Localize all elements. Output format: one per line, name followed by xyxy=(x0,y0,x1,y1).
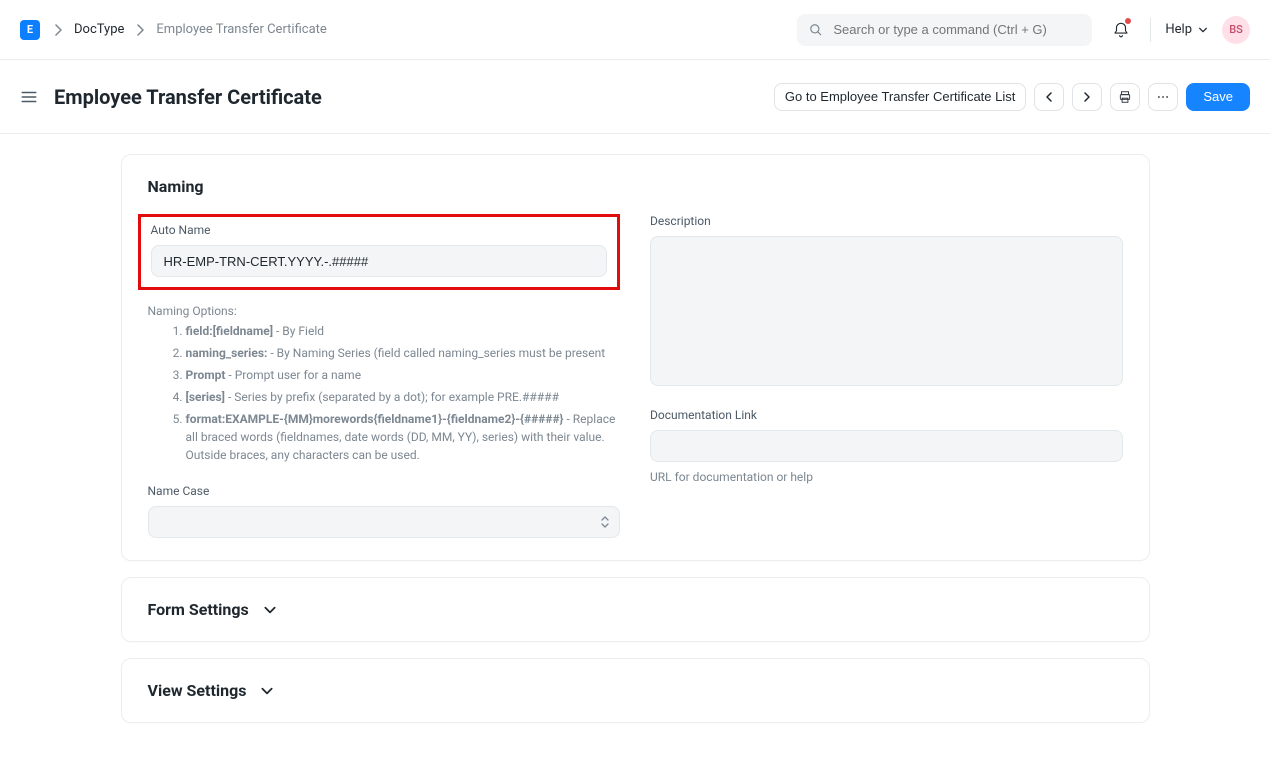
notifications-button[interactable] xyxy=(1106,15,1136,45)
name-case-select[interactable] xyxy=(148,506,621,538)
naming-option-2: naming_series: - By Naming Series (field… xyxy=(186,344,621,362)
form-settings-title: Form Settings xyxy=(148,600,249,619)
page-header: Employee Transfer Certificate Go to Empl… xyxy=(0,60,1270,134)
breadcrumb-current: Employee Transfer Certificate xyxy=(156,22,326,37)
print-button[interactable] xyxy=(1110,83,1140,111)
chevron-down-icon xyxy=(260,684,274,698)
view-settings-toggle[interactable]: View Settings xyxy=(148,681,1123,700)
breadcrumb: DocType Employee Transfer Certificate xyxy=(54,22,327,37)
doc-link-label: Documentation Link xyxy=(650,408,1123,422)
avatar[interactable]: BS xyxy=(1222,16,1250,44)
navbar: E DocType Employee Transfer Certificate … xyxy=(0,0,1270,60)
prev-button[interactable] xyxy=(1034,83,1064,111)
search-icon xyxy=(809,23,823,37)
section-title-naming: Naming xyxy=(148,177,1123,196)
next-button[interactable] xyxy=(1072,83,1102,111)
breadcrumb-sep xyxy=(136,24,144,36)
naming-option-4: [series] - Series by prefix (separated b… xyxy=(186,388,621,406)
chevron-down-icon xyxy=(263,603,277,617)
description-input[interactable] xyxy=(650,236,1123,386)
breadcrumb-sep xyxy=(54,24,62,36)
auto-name-label: Auto Name xyxy=(151,223,608,237)
auto-name-input[interactable] xyxy=(151,245,608,277)
nav-separator xyxy=(1150,18,1151,42)
save-button[interactable]: Save xyxy=(1186,83,1250,111)
naming-section: Naming Auto Name Naming Options: field:[… xyxy=(121,154,1150,561)
chevron-down-icon xyxy=(1198,25,1208,35)
header-actions: Go to Employee Transfer Certificate List… xyxy=(774,83,1250,111)
chevron-right-icon xyxy=(1081,91,1093,103)
menu-toggle-button[interactable] xyxy=(20,88,38,106)
search-input-wrap[interactable] xyxy=(797,14,1092,46)
dots-horizontal-icon xyxy=(1156,90,1170,104)
go-to-list-button[interactable]: Go to Employee Transfer Certificate List xyxy=(774,83,1026,111)
more-menu-button[interactable] xyxy=(1148,83,1178,111)
naming-left-column: Auto Name Naming Options: field:[fieldna… xyxy=(148,214,621,538)
naming-options-help: Naming Options: field:[fieldname] - By F… xyxy=(148,304,621,468)
doc-link-helper: URL for documentation or help xyxy=(650,470,1123,484)
search-input[interactable] xyxy=(833,22,1080,37)
view-settings-title: View Settings xyxy=(148,681,247,700)
naming-option-3: Prompt - Prompt user for a name xyxy=(186,366,621,384)
page-title: Employee Transfer Certificate xyxy=(54,85,322,109)
naming-right-column: Description Documentation Link URL for d… xyxy=(650,214,1123,538)
help-button[interactable]: Help xyxy=(1165,22,1208,37)
doc-link-input[interactable] xyxy=(650,430,1123,462)
notification-dot xyxy=(1125,18,1131,24)
form-settings-section: Form Settings xyxy=(121,577,1150,642)
name-case-label: Name Case xyxy=(148,484,621,498)
form-settings-toggle[interactable]: Form Settings xyxy=(148,600,1123,619)
content: Naming Auto Name Naming Options: field:[… xyxy=(0,134,1270,783)
naming-option-1: field:[fieldname] - By Field xyxy=(186,322,621,340)
app-logo[interactable]: E xyxy=(20,20,40,40)
auto-name-highlight: Auto Name xyxy=(138,214,621,290)
description-label: Description xyxy=(650,214,1123,228)
printer-icon xyxy=(1118,90,1132,104)
view-settings-section: View Settings xyxy=(121,658,1150,723)
help-label: Help xyxy=(1165,22,1192,37)
chevron-left-icon xyxy=(1043,91,1055,103)
naming-options-header: Naming Options: xyxy=(148,304,237,318)
naming-option-5: format:EXAMPLE-{MM}morewords{fieldname1}… xyxy=(186,410,621,464)
breadcrumb-doctype[interactable]: DocType xyxy=(74,22,124,37)
